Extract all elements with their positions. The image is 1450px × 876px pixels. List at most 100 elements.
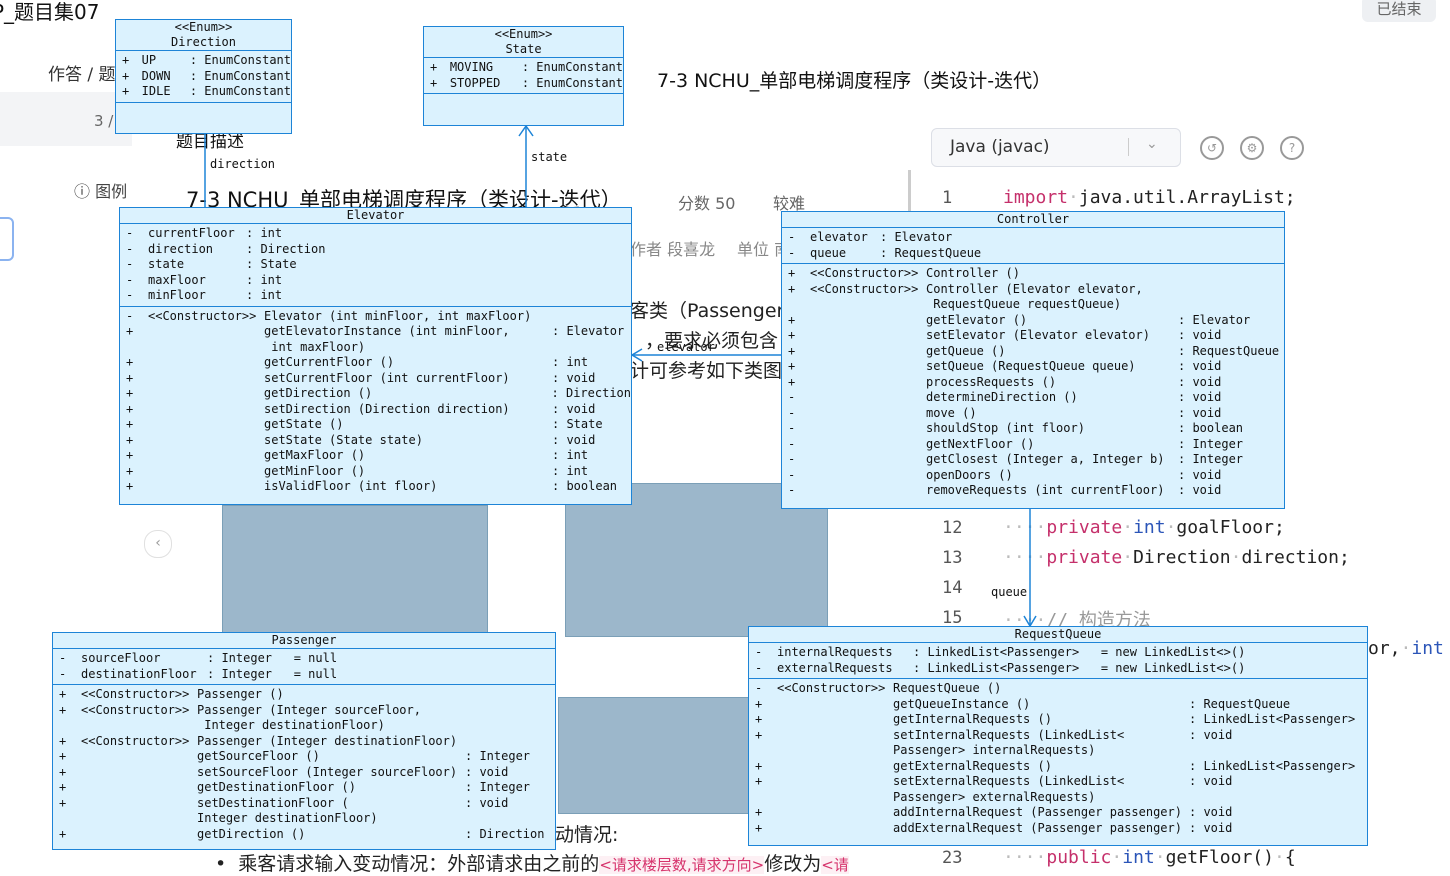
method-return: : void xyxy=(465,764,509,779)
method-signature: RequestQueue () xyxy=(893,681,1002,695)
method-row: + getDestinationFloor (): Integer xyxy=(53,780,555,796)
visibility-marker: + xyxy=(126,432,134,447)
attribute-row: - minFloor: int xyxy=(120,288,631,304)
method-return: : Elevator xyxy=(552,324,625,338)
method-return: : void xyxy=(465,795,509,810)
uml-class-passenger[interactable]: Passenger - sourceFloor: Integer = null - d… xyxy=(52,632,556,850)
attribute-row: + DOWN: EnumConstant xyxy=(116,69,291,85)
attributes-section: - sourceFloor: Integer = null - destination… xyxy=(53,649,555,685)
attribute-type: : Direction xyxy=(246,241,326,256)
method-modifier xyxy=(81,718,197,734)
visibility-marker: - xyxy=(126,257,134,271)
attribute-row: - sourceFloor: Integer = null xyxy=(53,651,555,667)
attribute-name: minFloor xyxy=(148,288,206,302)
method-row: - shouldStop (int floor): boolean xyxy=(782,421,1284,437)
visibility-marker: + xyxy=(126,479,134,493)
visibility-marker: - xyxy=(126,226,134,240)
attribute-name: internalRequests xyxy=(777,645,893,659)
visibility-marker: - xyxy=(788,230,796,244)
visibility-marker: + xyxy=(126,370,134,385)
method-modifier xyxy=(777,774,893,790)
method-row: + getInternalRequests (): LinkedList<Pass… xyxy=(749,712,1367,728)
method-signature: setState (State state) xyxy=(264,432,423,447)
attribute-name: maxFloor xyxy=(148,272,206,287)
method-signature: move () xyxy=(926,405,977,420)
method-signature: processRequests () xyxy=(926,374,1057,389)
visibility-marker: - xyxy=(59,666,67,681)
method-row: + getMaxFloor (): int xyxy=(120,448,631,464)
uml-class-direction[interactable]: <<Enum>> Direction + UP: EnumConstant + DOW… xyxy=(115,19,292,134)
method-signature: getElevatorInstance (int minFloor, xyxy=(264,324,510,338)
method-modifier xyxy=(810,468,926,484)
method-signature: Controller () xyxy=(926,266,1020,280)
attribute-type: : Integer = null xyxy=(207,651,338,665)
attribute-name: queue xyxy=(810,245,847,260)
method-modifier xyxy=(777,759,893,775)
method-signature: RequestQueue requestQueue) xyxy=(926,297,1122,311)
method-modifier: <<Constructor>> xyxy=(81,733,190,748)
method-signature: setQueue (RequestQueue queue) xyxy=(926,359,1136,373)
method-signature: Elevator (int minFloor, int maxFloor) xyxy=(264,308,532,323)
visibility-marker: + xyxy=(59,702,67,717)
method-row: + <<Constructor>> Controller (Elevator ele… xyxy=(782,282,1284,298)
method-row: - <<Constructor>> Elevator (int minFloor, … xyxy=(120,309,631,325)
visibility-marker xyxy=(53,718,81,734)
method-signature: getDirection () xyxy=(197,826,306,841)
method-modifier: <<Constructor>> xyxy=(810,266,919,280)
method-signature: getMaxFloor () xyxy=(264,448,366,462)
visibility-marker xyxy=(749,743,777,759)
attribute-type: : RequestQueue xyxy=(880,245,982,260)
method-signature: Passenger (Integer destinationFloor) xyxy=(197,733,458,748)
method-return: : void xyxy=(1178,359,1222,373)
attributes-section: - currentFloor: int - direction: Direction -… xyxy=(120,224,631,307)
visibility-marker: + xyxy=(755,727,763,742)
method-modifier xyxy=(148,340,264,356)
uml-class-elevator[interactable]: Elevator - currentFloor: int - direction: D… xyxy=(119,207,632,505)
method-modifier xyxy=(148,479,264,495)
attribute-row: - direction: Direction xyxy=(120,242,631,258)
method-row: Integer destinationFloor) xyxy=(53,718,555,734)
visibility-marker: - xyxy=(59,651,67,665)
methods-section: + <<Constructor>> Passenger () + <<Construct… xyxy=(53,685,555,844)
visibility-marker: - xyxy=(755,645,763,659)
method-modifier xyxy=(81,811,197,827)
attributes-section: - internalRequests: LinkedList<Passenger>… xyxy=(749,643,1367,679)
method-signature: setExternalRequests (LinkedList< xyxy=(893,774,1125,788)
method-signature: Passenger (Integer sourceFloor, xyxy=(197,702,421,717)
visibility-marker: + xyxy=(126,463,134,478)
uml-class-controller[interactable]: Controller - elevator: Elevator - queue: Re… xyxy=(781,211,1285,509)
uml-class-state[interactable]: <<Enum>> State + MOVING: EnumConstant + STO… xyxy=(423,26,624,126)
uml-class-requestqueue[interactable]: RequestQueue - internalRequests: LinkedLi… xyxy=(748,626,1368,846)
method-modifier xyxy=(810,344,926,360)
visibility-marker: + xyxy=(788,281,796,296)
visibility-marker: + xyxy=(126,355,134,369)
visibility-marker: + xyxy=(122,53,130,67)
method-row: + addExternalRequest (Passenger passenger… xyxy=(749,821,1367,837)
attribute-type: : int xyxy=(246,272,283,287)
method-signature: getMinFloor () xyxy=(264,463,366,478)
method-signature: Integer destinationFloor) xyxy=(197,811,378,825)
attribute-name: externalRequests xyxy=(777,660,893,675)
method-return: : int xyxy=(552,448,589,462)
method-signature: getQueue () xyxy=(926,343,1006,358)
method-modifier xyxy=(810,328,926,344)
method-return: : void xyxy=(1178,390,1222,404)
visibility-marker: + xyxy=(59,749,67,763)
method-modifier xyxy=(810,313,926,329)
method-return: : void xyxy=(1189,727,1233,742)
visibility-marker: - xyxy=(788,483,796,497)
method-return: : void xyxy=(1178,483,1222,497)
assoc-label-queue: queue xyxy=(991,585,1028,599)
method-signature: getSourceFloor () xyxy=(197,749,320,763)
visibility-marker: + xyxy=(59,795,67,810)
method-signature: getNextFloor () xyxy=(926,436,1035,451)
method-signature: setCurrentFloor (int currentFloor) xyxy=(264,370,510,385)
method-signature: getCurrentFloor () xyxy=(264,355,395,369)
method-signature: getInternalRequests () xyxy=(893,712,1052,726)
method-row: + setElevator (Elevator elevator): void xyxy=(782,328,1284,344)
method-return: : LinkedList<Passenger> xyxy=(1189,758,1356,773)
method-modifier xyxy=(777,821,893,837)
class-header: <<Enum>> Direction xyxy=(116,20,291,51)
method-return: : Integer xyxy=(465,749,531,763)
visibility-marker: + xyxy=(126,417,134,431)
